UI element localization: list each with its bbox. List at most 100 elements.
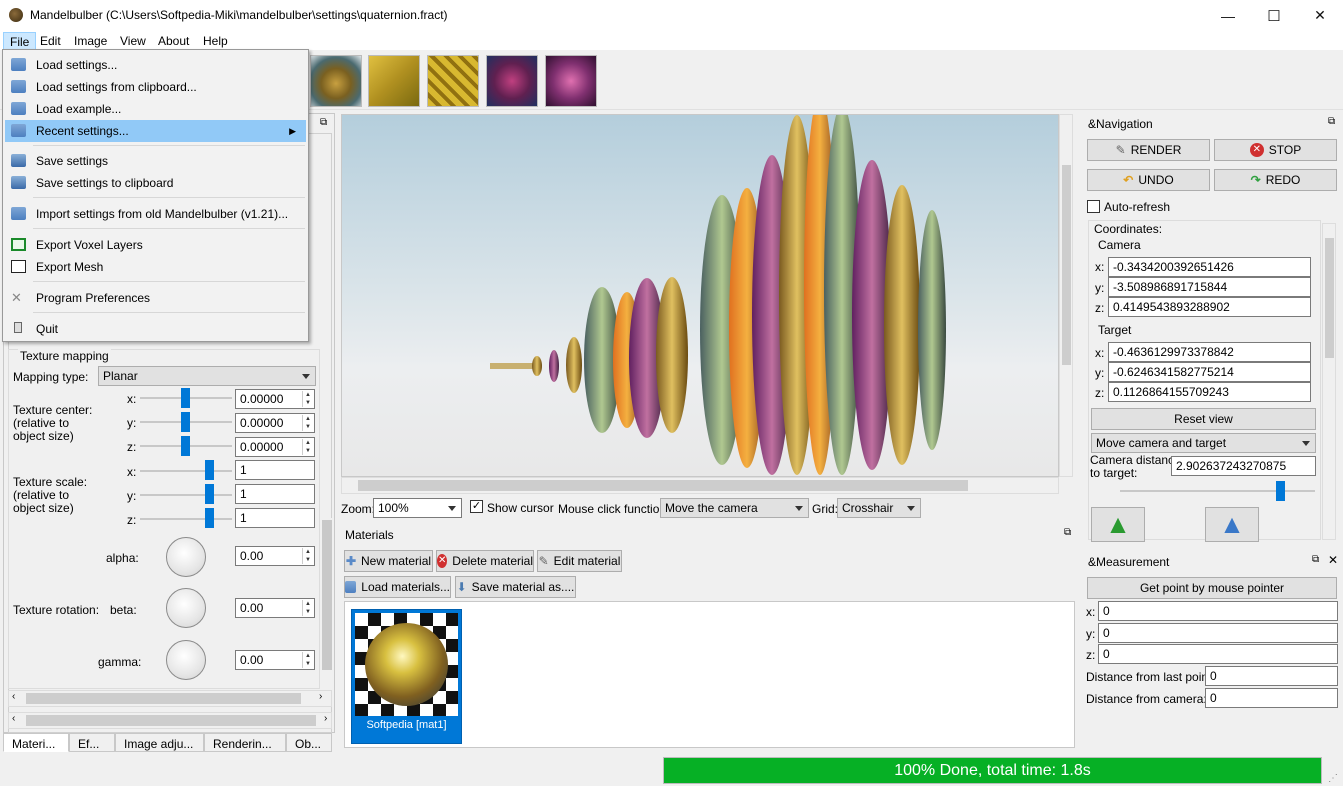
scale-z-slider[interactable] xyxy=(140,518,232,520)
camera-x-input[interactable]: -0.3434200392651426 xyxy=(1108,257,1311,277)
get-point-button[interactable]: Get point by mouse pointer xyxy=(1087,577,1337,599)
delete-material-button[interactable]: ✕ Delete material xyxy=(436,550,534,572)
render-button[interactable]: ✎ RENDER xyxy=(1087,139,1210,161)
gamma-input[interactable]: 0.00 ▲ ▼ xyxy=(235,650,315,670)
scale-z-input[interactable]: 1 xyxy=(235,508,315,528)
distance-slider-handle[interactable] xyxy=(1276,481,1285,501)
scroll-right-icon[interactable]: › xyxy=(324,713,327,724)
menu-item-import-old[interactable]: Import settings from old Mandelbulber (v… xyxy=(5,203,306,225)
resize-grip-icon[interactable]: ⋰ xyxy=(1328,773,1338,784)
tab-rendering[interactable]: Renderin... xyxy=(204,733,286,752)
center-y-input[interactable]: 0.00000 ▲ ▼ xyxy=(235,413,315,433)
scale-y-input[interactable]: 1 xyxy=(235,484,315,504)
move-forward-button[interactable]: ▲ xyxy=(1091,507,1145,542)
preset-thumbnail[interactable] xyxy=(486,55,538,107)
measure-x-input[interactable]: 0 xyxy=(1098,601,1338,621)
auto-refresh-checkbox[interactable] xyxy=(1087,200,1100,213)
menu-item-quit[interactable]: Quit xyxy=(5,318,306,340)
material-item[interactable]: Softpedia [mat1] xyxy=(351,609,462,744)
center-x-input[interactable]: 0.00000 ▲ ▼ xyxy=(235,389,315,409)
tab-effects[interactable]: Ef... xyxy=(69,733,115,752)
scroll-right-icon[interactable]: › xyxy=(319,691,322,702)
menu-item-export-mesh[interactable]: Export Mesh xyxy=(5,256,306,278)
distance-camera-input[interactable]: 0 xyxy=(1205,688,1338,708)
center-z-slider-handle[interactable] xyxy=(181,436,190,456)
menu-item-save-settings[interactable]: Save settings xyxy=(5,150,306,172)
scale-y-slider-handle[interactable] xyxy=(205,484,214,504)
measure-y-input[interactable]: 0 xyxy=(1098,623,1338,643)
dock-float-icon[interactable]: ⧉ xyxy=(1064,527,1071,538)
move-mode-combo[interactable]: Move camera and target xyxy=(1091,433,1316,453)
center-y-slider-handle[interactable] xyxy=(181,412,190,432)
preset-thumbnail[interactable] xyxy=(427,55,479,107)
menu-item-preferences[interactable]: ✕ Program Preferences xyxy=(5,287,306,309)
scale-x-input[interactable]: 1 xyxy=(235,460,315,480)
menu-file[interactable]: File xyxy=(3,32,37,50)
preset-thumbnail[interactable] xyxy=(368,55,420,107)
render-horizontal-scrollbar[interactable] xyxy=(341,477,1059,494)
minimize-button[interactable]: — xyxy=(1205,0,1251,31)
tab-materials[interactable]: Materi... xyxy=(3,733,69,752)
mouse-click-combo[interactable]: Move the camera xyxy=(660,498,809,518)
zoom-combo[interactable]: 100% xyxy=(373,498,462,518)
close-button[interactable]: ✕ xyxy=(1297,0,1343,31)
grid-combo[interactable]: Crosshair xyxy=(837,498,921,518)
scale-x-slider[interactable] xyxy=(140,470,232,472)
scrollbar-thumb[interactable] xyxy=(358,480,968,491)
dock-float-icon[interactable]: ⧉ xyxy=(1312,554,1319,565)
menu-item-export-voxel[interactable]: Export Voxel Layers xyxy=(5,234,306,256)
preset-thumbnail[interactable] xyxy=(545,55,597,107)
scrollbar-thumb[interactable] xyxy=(26,715,316,726)
distance-last-input[interactable]: 0 xyxy=(1205,666,1338,686)
preset-thumbnail[interactable] xyxy=(310,55,362,107)
scrollbar-thumb[interactable] xyxy=(322,520,332,670)
camera-distance-input[interactable]: 2.902637243270875 xyxy=(1171,456,1316,476)
render-vertical-scrollbar[interactable] xyxy=(1059,114,1073,477)
menu-about[interactable]: About xyxy=(152,32,195,50)
menu-help[interactable]: Help xyxy=(197,32,234,50)
target-y-input[interactable]: -0.6246341582775214 xyxy=(1108,362,1311,382)
gamma-dial[interactable] xyxy=(166,640,206,680)
redo-button[interactable]: ↷ REDO xyxy=(1214,169,1337,191)
scale-x-slider-handle[interactable] xyxy=(205,460,214,480)
camera-z-input[interactable]: 0.4149543893288902 xyxy=(1108,297,1311,317)
measure-z-input[interactable]: 0 xyxy=(1098,644,1338,664)
left-horizontal-scrollbar[interactable]: ‹ › xyxy=(8,690,332,707)
new-material-button[interactable]: ✚ New material xyxy=(344,550,433,572)
alpha-dial[interactable] xyxy=(166,537,206,577)
left-vertical-scrollbar[interactable] xyxy=(320,518,334,690)
target-z-input[interactable]: 0.1126864155709243 xyxy=(1108,382,1311,402)
menu-item-recent-settings[interactable]: Recent settings... ▶ xyxy=(5,120,306,142)
scale-z-slider-handle[interactable] xyxy=(205,508,214,528)
menu-edit[interactable]: Edit xyxy=(34,32,67,50)
edit-material-button[interactable]: ✎ Edit material xyxy=(537,550,622,572)
center-x-slider-handle[interactable] xyxy=(181,388,190,408)
menu-image[interactable]: Image xyxy=(68,32,113,50)
scale-y-slider[interactable] xyxy=(140,494,232,496)
save-material-button[interactable]: ⬇ Save material as.... xyxy=(455,576,576,598)
scroll-left-icon[interactable]: ‹ xyxy=(12,691,15,702)
dock-float-icon[interactable]: ⧉ xyxy=(1328,116,1335,127)
render-view[interactable] xyxy=(341,114,1059,477)
tab-objects[interactable]: Ob... xyxy=(286,733,332,752)
target-x-input[interactable]: -0.4636129973378842 xyxy=(1108,342,1311,362)
stop-button[interactable]: ✕ STOP xyxy=(1214,139,1337,161)
undo-button[interactable]: ↶ UNDO xyxy=(1087,169,1210,191)
scrollbar-thumb[interactable] xyxy=(1325,238,1334,358)
navigation-scrollbar[interactable] xyxy=(1322,223,1336,540)
maximize-button[interactable]: ☐ xyxy=(1251,0,1297,31)
menu-item-save-to-clipboard[interactable]: Save settings to clipboard xyxy=(5,172,306,194)
show-cursor-checkbox[interactable]: ✓ xyxy=(470,500,483,513)
dock-float-icon[interactable]: ⧉ xyxy=(320,117,327,128)
center-z-input[interactable]: 0.00000 ▲ ▼ xyxy=(235,437,315,457)
camera-y-input[interactable]: -3.508986891715844 xyxy=(1108,277,1311,297)
menu-view[interactable]: View xyxy=(114,32,152,50)
load-materials-button[interactable]: Load materials... xyxy=(344,576,451,598)
beta-dial[interactable] xyxy=(166,588,206,628)
dock-close-icon[interactable]: ✕ xyxy=(1328,553,1338,567)
move-up-button[interactable]: ▲ xyxy=(1205,507,1259,542)
tab-image-adjustments[interactable]: Image adju... xyxy=(115,733,204,752)
mapping-type-combo[interactable]: Planar xyxy=(98,366,316,386)
menu-item-load-settings[interactable]: Load settings... xyxy=(5,54,306,76)
distance-slider[interactable] xyxy=(1120,490,1315,492)
